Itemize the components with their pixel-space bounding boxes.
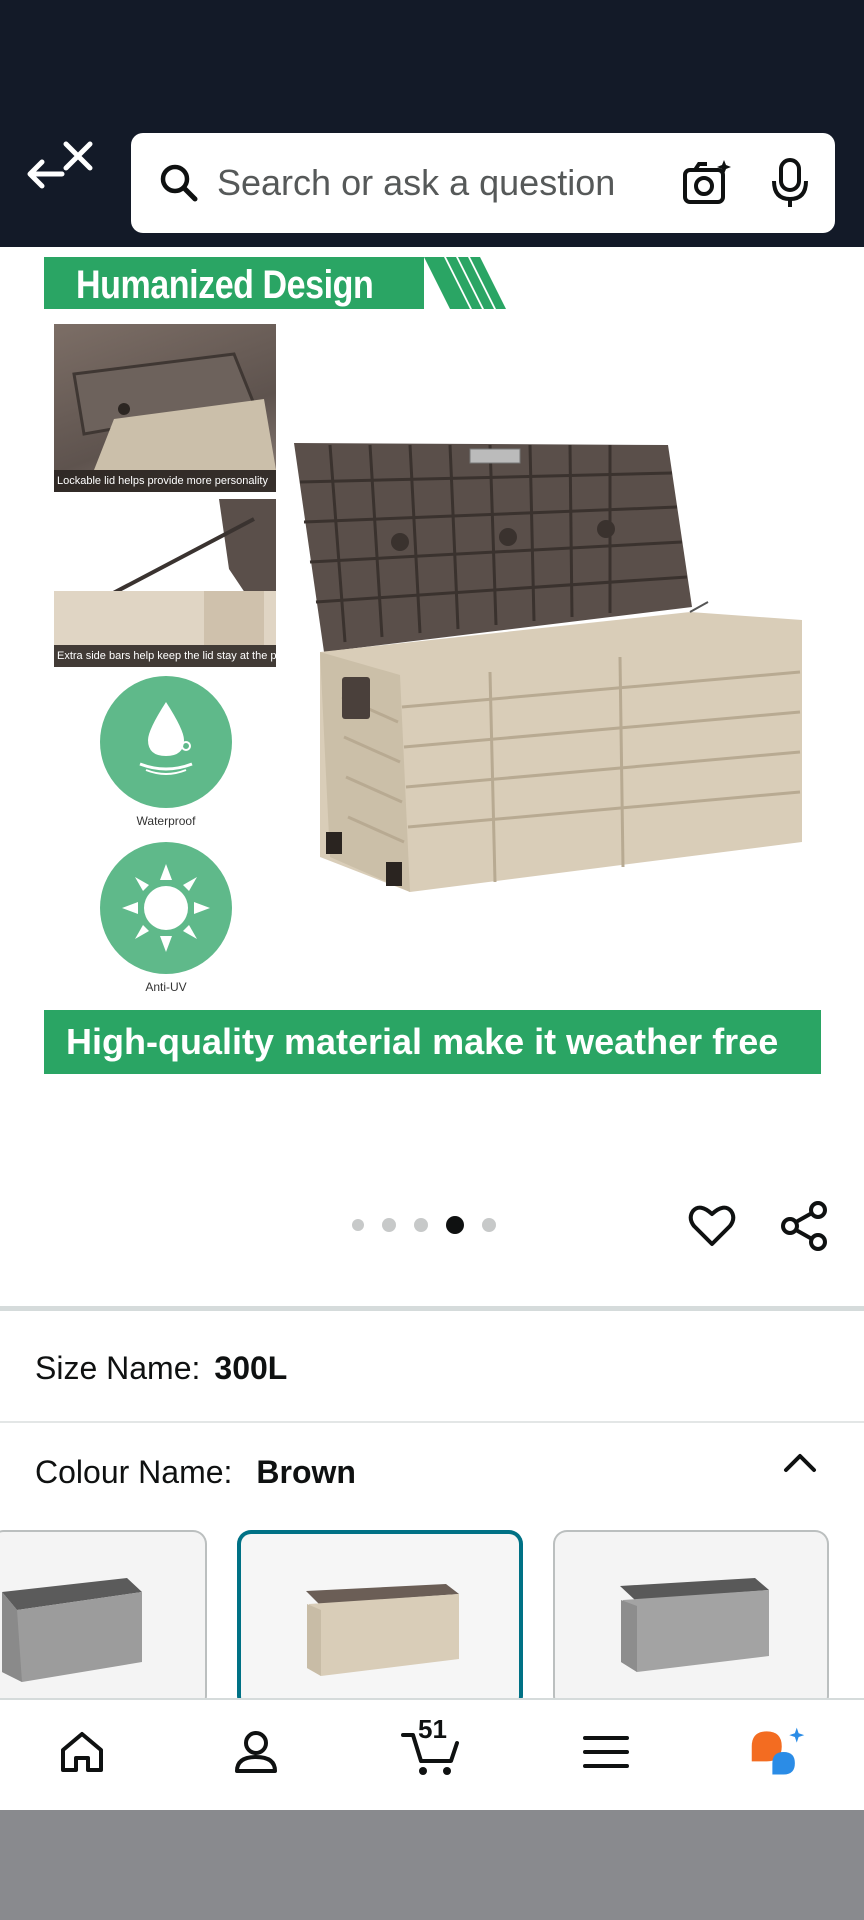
carousel-dot[interactable] bbox=[382, 1218, 396, 1232]
heart-icon bbox=[688, 1205, 736, 1246]
colour-selector: Colour Name: Brown bbox=[35, 1454, 356, 1491]
search-input[interactable] bbox=[217, 162, 682, 204]
search-bar[interactable] bbox=[131, 133, 835, 233]
camera-sparkle-icon[interactable] bbox=[682, 155, 732, 211]
humanized-design-banner: Humanized Design bbox=[44, 257, 514, 309]
account-icon bbox=[235, 1731, 277, 1773]
size-label: Size Name: bbox=[35, 1350, 201, 1386]
size-selector[interactable]: Size Name: 300L bbox=[35, 1350, 287, 1387]
rufus-ai-icon bbox=[751, 1727, 805, 1775]
colour-value: Brown bbox=[256, 1454, 356, 1490]
back-close-icon bbox=[27, 141, 93, 189]
home-icon bbox=[61, 1732, 103, 1772]
bottom-navigation: 51 bbox=[0, 1698, 864, 1810]
thumb-caption: Lockable lid helps provide more personal… bbox=[54, 470, 276, 492]
thumb-caption: Extra side bars help keep the lid stay a… bbox=[54, 645, 276, 667]
section-divider bbox=[0, 1306, 864, 1311]
banner-caption: High-quality material make it weather fr… bbox=[66, 1021, 779, 1062]
top-header bbox=[0, 0, 864, 247]
lid-detail-graphic bbox=[72, 352, 276, 470]
water-drop-icon bbox=[139, 702, 193, 775]
size-value: 300L bbox=[214, 1350, 288, 1386]
collapse-colour-button[interactable] bbox=[782, 1448, 818, 1476]
menu-icon bbox=[583, 1736, 629, 1768]
colour-swatch-brown[interactable] bbox=[237, 1530, 523, 1710]
carousel-dot[interactable] bbox=[352, 1219, 364, 1231]
colour-swatch-grey[interactable] bbox=[553, 1530, 829, 1710]
carousel-dot[interactable] bbox=[482, 1218, 496, 1232]
weather-free-banner: High-quality material make it weather fr… bbox=[44, 1010, 821, 1074]
swatch-image bbox=[306, 1584, 459, 1676]
chevron-up-icon bbox=[784, 1454, 816, 1472]
cart-count-badge: 51 bbox=[418, 1714, 447, 1744]
back-button[interactable] bbox=[26, 138, 96, 192]
waterproof-badge bbox=[100, 676, 232, 808]
nav-menu[interactable] bbox=[576, 1722, 636, 1782]
carousel-dot-active[interactable] bbox=[446, 1216, 464, 1234]
share-icon bbox=[781, 1201, 827, 1251]
banner-stripes-graphic bbox=[424, 257, 514, 309]
side-bar-graphic bbox=[54, 499, 276, 645]
nav-home[interactable] bbox=[52, 1722, 112, 1782]
side-bar-photo: Extra side bars help keep the lid stay a… bbox=[54, 499, 276, 667]
sun-icon bbox=[122, 864, 210, 952]
storage-box-illustration bbox=[294, 443, 802, 892]
microphone-icon[interactable] bbox=[770, 155, 810, 211]
system-navigation-bar bbox=[0, 1810, 864, 1920]
colour-label: Colour Name: bbox=[35, 1454, 233, 1490]
carousel-dot[interactable] bbox=[414, 1218, 428, 1232]
product-image[interactable]: Humanized Design Lockable lid helps prov… bbox=[0, 247, 864, 1147]
swatch-image bbox=[2, 1578, 142, 1682]
search-icon bbox=[159, 160, 199, 206]
anti-uv-badge bbox=[100, 842, 232, 974]
carousel-pager[interactable] bbox=[352, 1216, 496, 1234]
banner-title: Humanized Design bbox=[76, 263, 374, 307]
wishlist-button[interactable] bbox=[688, 1202, 736, 1248]
nav-rufus-assistant[interactable] bbox=[748, 1722, 808, 1782]
share-button[interactable] bbox=[780, 1200, 830, 1252]
lockable-lid-photo: Lockable lid helps provide more personal… bbox=[54, 324, 276, 492]
swatch-image bbox=[620, 1578, 769, 1672]
colour-swatch-grey-dark-lid[interactable] bbox=[0, 1530, 207, 1710]
waterproof-label: Waterproof bbox=[136, 814, 196, 828]
row-divider bbox=[0, 1421, 864, 1423]
nav-account[interactable] bbox=[226, 1722, 286, 1782]
anti-uv-label: Anti-UV bbox=[145, 980, 187, 994]
